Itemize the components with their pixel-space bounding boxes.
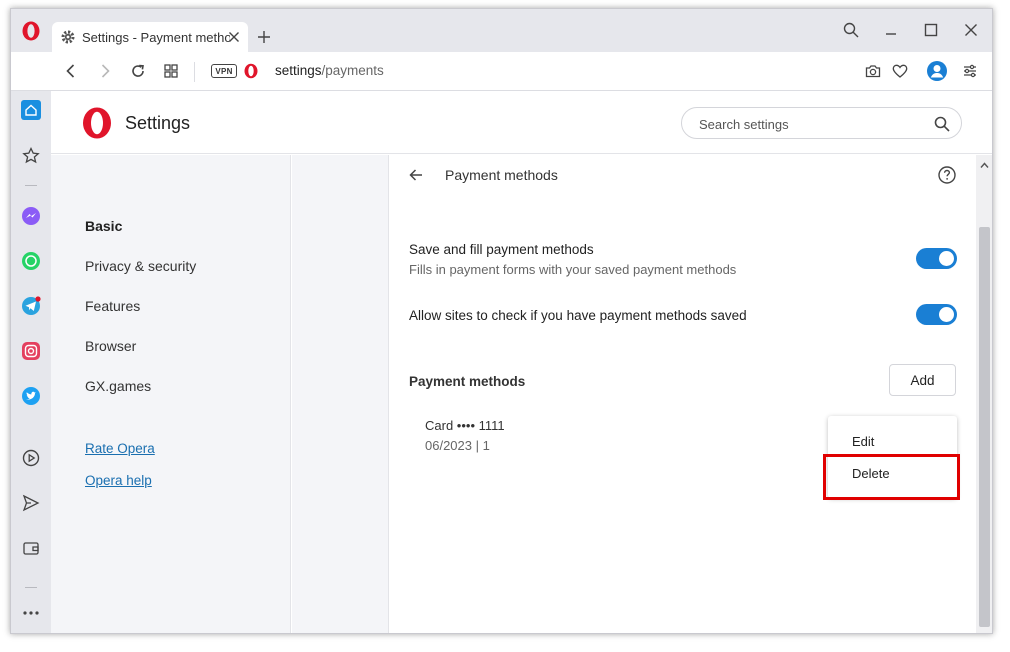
- telegram-icon[interactable]: [21, 296, 41, 316]
- reload-icon[interactable]: [129, 62, 147, 80]
- nav-item-gx-games[interactable]: GX.games: [85, 378, 151, 394]
- tab-strip: Settings - Payment methods: [11, 9, 992, 52]
- edit-menu-item[interactable]: Edit: [852, 434, 874, 449]
- scroll-up-icon[interactable]: [980, 161, 989, 170]
- wallet-icon[interactable]: [21, 538, 41, 558]
- browser-window: Settings - Payment methods VPN settings/…: [10, 8, 993, 634]
- content-gutter: [292, 155, 388, 633]
- scroll-thumb[interactable]: [979, 227, 990, 627]
- back-arrow-icon[interactable]: [407, 166, 425, 184]
- settings-nav: Basic Privacy & security Features Browse…: [51, 155, 291, 633]
- opera-help-link[interactable]: Opera help: [85, 473, 152, 488]
- panel-title: Payment methods: [445, 167, 558, 183]
- close-tab-icon[interactable]: [226, 29, 242, 45]
- easy-setup-icon[interactable]: [961, 62, 979, 80]
- nav-item-features[interactable]: Features: [85, 298, 140, 314]
- settings-header: Settings: [51, 91, 992, 154]
- minimize-icon[interactable]: [882, 21, 900, 39]
- twitter-icon[interactable]: [21, 386, 41, 406]
- back-icon[interactable]: [62, 62, 80, 80]
- sidebar-divider: [25, 587, 37, 588]
- tab-grid-icon[interactable]: [162, 62, 180, 80]
- panel-header: Payment methods: [389, 155, 976, 197]
- sidebar-divider: [25, 185, 37, 186]
- url-field[interactable]: settings/payments: [275, 63, 384, 78]
- help-icon[interactable]: [937, 165, 957, 185]
- payment-methods-heading: Payment methods: [409, 374, 526, 389]
- player-icon[interactable]: [21, 448, 41, 468]
- allow-check-title: Allow sites to check if you have payment…: [409, 308, 747, 323]
- heart-icon[interactable]: [891, 62, 909, 80]
- search-box[interactable]: [681, 107, 962, 139]
- home-icon[interactable]: [21, 100, 41, 120]
- add-payment-button[interactable]: Add: [889, 364, 956, 396]
- camera-icon[interactable]: [864, 62, 882, 80]
- sidebar: [11, 91, 51, 633]
- more-icon[interactable]: [21, 603, 41, 623]
- search-tabs-icon[interactable]: [842, 21, 860, 39]
- nav-item-basic[interactable]: Basic: [85, 218, 122, 234]
- address-bar: VPN settings/payments: [11, 52, 992, 91]
- new-tab-icon[interactable]: [255, 28, 273, 46]
- search-icon[interactable]: [933, 115, 951, 133]
- profile-avatar-icon[interactable]: [926, 60, 948, 82]
- instagram-icon[interactable]: [21, 341, 41, 361]
- delete-highlight-box: [823, 454, 960, 500]
- forward-icon[interactable]: [96, 62, 114, 80]
- maximize-icon[interactable]: [922, 21, 940, 39]
- address-divider: [194, 62, 195, 82]
- gear-icon: [61, 30, 75, 44]
- nav-item-browser[interactable]: Browser: [85, 338, 136, 354]
- payment-methods-panel: Payment methods Save and fill payment me…: [388, 155, 976, 633]
- close-window-icon[interactable]: [962, 21, 980, 39]
- tab-settings[interactable]: Settings - Payment methods: [52, 22, 248, 52]
- save-fill-toggle[interactable]: [916, 248, 957, 269]
- url-host: settings: [275, 63, 322, 78]
- save-fill-subtitle: Fills in payment forms with your saved p…: [409, 262, 737, 277]
- card-expiry: 06/2023 | 1: [425, 438, 490, 453]
- bookmarks-icon[interactable]: [21, 146, 41, 166]
- opera-logo: [83, 107, 111, 139]
- opera-site-icon: [244, 63, 258, 79]
- vpn-badge[interactable]: VPN: [211, 64, 237, 78]
- save-fill-title: Save and fill payment methods: [409, 242, 594, 257]
- card-name: Card •••• 1111: [425, 418, 505, 433]
- opera-menu-icon[interactable]: [21, 21, 41, 41]
- whatsapp-icon[interactable]: [21, 251, 41, 271]
- page-title: Settings: [125, 113, 191, 133]
- tab-title: Settings - Payment methods: [82, 29, 230, 45]
- scrollbar[interactable]: [976, 155, 992, 633]
- rate-opera-link[interactable]: Rate Opera: [85, 441, 155, 456]
- send-icon[interactable]: [21, 493, 41, 513]
- messenger-icon[interactable]: [21, 206, 41, 226]
- url-path: /payments: [321, 63, 384, 78]
- allow-check-toggle[interactable]: [916, 304, 957, 325]
- search-input[interactable]: [699, 114, 919, 134]
- nav-item-privacy-security[interactable]: Privacy & security: [85, 258, 196, 274]
